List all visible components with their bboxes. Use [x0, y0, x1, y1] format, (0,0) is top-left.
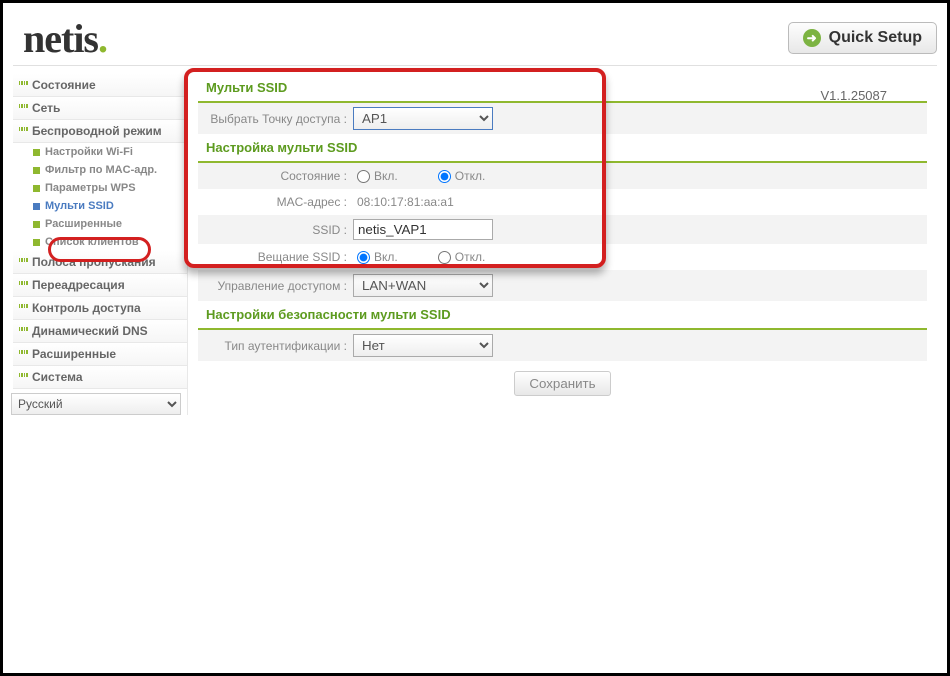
auth-label: Тип аутентификации :: [198, 339, 353, 353]
row-access-point: Выбрать Точку доступа : AP1: [198, 103, 927, 134]
sidebar-item-system[interactable]: Система: [13, 366, 187, 389]
sidebar-item-wireless[interactable]: Беспроводной режим: [13, 120, 187, 143]
broadcast-off-radio[interactable]: Откл.: [438, 250, 486, 264]
row-state: Состояние : Вкл. Откл.: [198, 163, 927, 189]
sidebar-item-forwarding[interactable]: Переадресация: [13, 274, 187, 297]
state-on-radio[interactable]: Вкл.: [357, 169, 398, 183]
state-off-radio[interactable]: Откл.: [438, 169, 486, 183]
row-auth-type: Тип аутентификации : Нет: [198, 330, 927, 361]
save-button[interactable]: Сохранить: [514, 371, 610, 396]
logo: netis.: [23, 15, 107, 62]
state-label: Состояние :: [198, 169, 353, 183]
sidebar: Состояние Сеть Беспроводной режим Настро…: [13, 74, 188, 415]
broadcast-on-radio[interactable]: Вкл.: [357, 250, 398, 264]
sidebar-item-mac-filter[interactable]: Фильтр по MAC-адр.: [13, 161, 187, 179]
ssid-label: SSID :: [198, 223, 353, 237]
row-mac: MAC-адрес : 08:10:17:81:aa:a1: [198, 189, 927, 215]
sidebar-item-ddns[interactable]: Динамический DNS: [13, 320, 187, 343]
sidebar-item-bandwidth[interactable]: Полоса пропускания: [13, 251, 187, 274]
row-ssid: SSID :: [198, 215, 927, 244]
access-mgmt-label: Управление доступом :: [198, 279, 353, 293]
main-content: Мульти SSID Выбрать Точку доступа : AP1 …: [188, 74, 937, 415]
quick-setup-label: Quick Setup: [829, 29, 922, 47]
header: netis. ➜ Quick Setup: [13, 11, 937, 66]
ap-label: Выбрать Точку доступа :: [198, 112, 353, 126]
sidebar-item-access-control[interactable]: Контроль доступа: [13, 297, 187, 320]
sidebar-item-wifi-settings[interactable]: Настройки Wi-Fi: [13, 143, 187, 161]
sidebar-item-multi-ssid[interactable]: Мульти SSID: [13, 197, 187, 215]
section-title-multi-ssid: Мульти SSID: [198, 74, 927, 103]
language-select[interactable]: Русский: [11, 393, 181, 415]
section-title-multi-ssid-settings: Настройка мульти SSID: [198, 134, 927, 163]
broadcast-label: Вещание SSID :: [198, 250, 353, 264]
sidebar-item-client-list[interactable]: Список клиентов: [13, 233, 187, 251]
row-access-mgmt: Управление доступом : LAN+WAN: [198, 270, 927, 301]
quick-setup-button[interactable]: ➜ Quick Setup: [788, 22, 937, 54]
mac-label: MAC-адрес :: [198, 195, 353, 209]
mac-value: 08:10:17:81:aa:a1: [353, 195, 454, 209]
auth-type-select[interactable]: Нет: [353, 334, 493, 357]
section-title-security: Настройки безопасности мульти SSID: [198, 301, 927, 330]
ssid-input[interactable]: [353, 219, 493, 240]
sidebar-item-status[interactable]: Состояние: [13, 74, 187, 97]
sidebar-item-advanced[interactable]: Расширенные: [13, 343, 187, 366]
access-point-select[interactable]: AP1: [353, 107, 493, 130]
access-mgmt-select[interactable]: LAN+WAN: [353, 274, 493, 297]
sidebar-item-advanced-wireless[interactable]: Расширенные: [13, 215, 187, 233]
row-broadcast: Вещание SSID : Вкл. Откл.: [198, 244, 927, 270]
wizard-icon: ➜: [803, 29, 821, 47]
sidebar-item-wps[interactable]: Параметры WPS: [13, 179, 187, 197]
sidebar-item-network[interactable]: Сеть: [13, 97, 187, 120]
